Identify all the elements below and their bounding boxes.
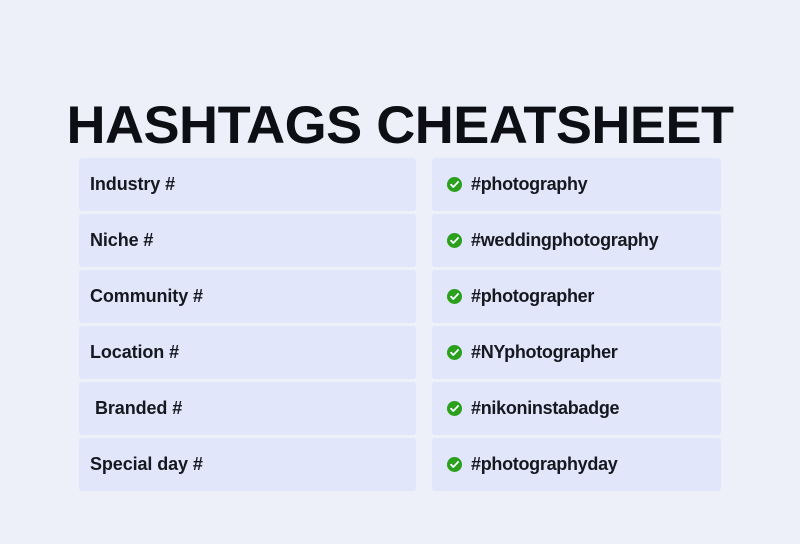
category-label: Industry # (90, 174, 176, 194)
category-cell[interactable]: Branded # (79, 382, 416, 435)
category-label: Location # (90, 342, 180, 362)
check-circle-icon (447, 233, 462, 248)
table-row: Location # #NYphotographer (79, 326, 721, 379)
category-label: Community # (90, 286, 203, 306)
check-circle-icon (447, 177, 462, 192)
hashtag-cell[interactable]: #photographer (432, 270, 721, 323)
table-row: Special day # #photographyday (79, 438, 721, 491)
hashtag-cell[interactable]: #NYphotographer (432, 326, 721, 379)
hashtag-cheatsheet-table: Industry # #photography Niche # #wedding… (79, 158, 721, 491)
category-cell[interactable]: Industry # (79, 158, 416, 211)
hashtag-label: #nikoninstabadge (471, 398, 620, 418)
category-cell[interactable]: Special day # (79, 438, 416, 491)
hashtag-cell[interactable]: #weddingphotography (432, 214, 721, 267)
category-cell[interactable]: Niche # (79, 214, 416, 267)
hashtag-label: #photographer (471, 286, 595, 306)
table-row: Branded # #nikoninstabadge (79, 382, 721, 435)
hashtag-label: #photographyday (471, 454, 618, 474)
cheatsheet-page: HASHTAGS CHEATSHEET Industry # #photogra… (0, 0, 800, 544)
hashtag-cell[interactable]: #nikoninstabadge (432, 382, 721, 435)
check-circle-icon (447, 289, 462, 304)
page-title: HASHTAGS CHEATSHEET (66, 95, 734, 155)
check-circle-icon (447, 457, 462, 472)
table-row: Industry # #photography (79, 158, 721, 211)
check-circle-icon (447, 345, 462, 360)
category-label: Branded # (95, 398, 183, 418)
category-label: Niche # (90, 230, 154, 250)
table-row: Niche # #weddingphotography (79, 214, 721, 267)
category-cell[interactable]: Community # (79, 270, 416, 323)
hashtag-cell[interactable]: #photography (432, 158, 721, 211)
hashtag-cell[interactable]: #photographyday (432, 438, 721, 491)
table-row: Community # #photographer (79, 270, 721, 323)
check-circle-icon (447, 401, 462, 416)
category-cell[interactable]: Location # (79, 326, 416, 379)
hashtag-label: #photography (471, 174, 588, 194)
hashtag-label: #NYphotographer (471, 342, 618, 362)
hashtag-label: #weddingphotography (471, 230, 659, 250)
category-label: Special day # (90, 454, 203, 474)
